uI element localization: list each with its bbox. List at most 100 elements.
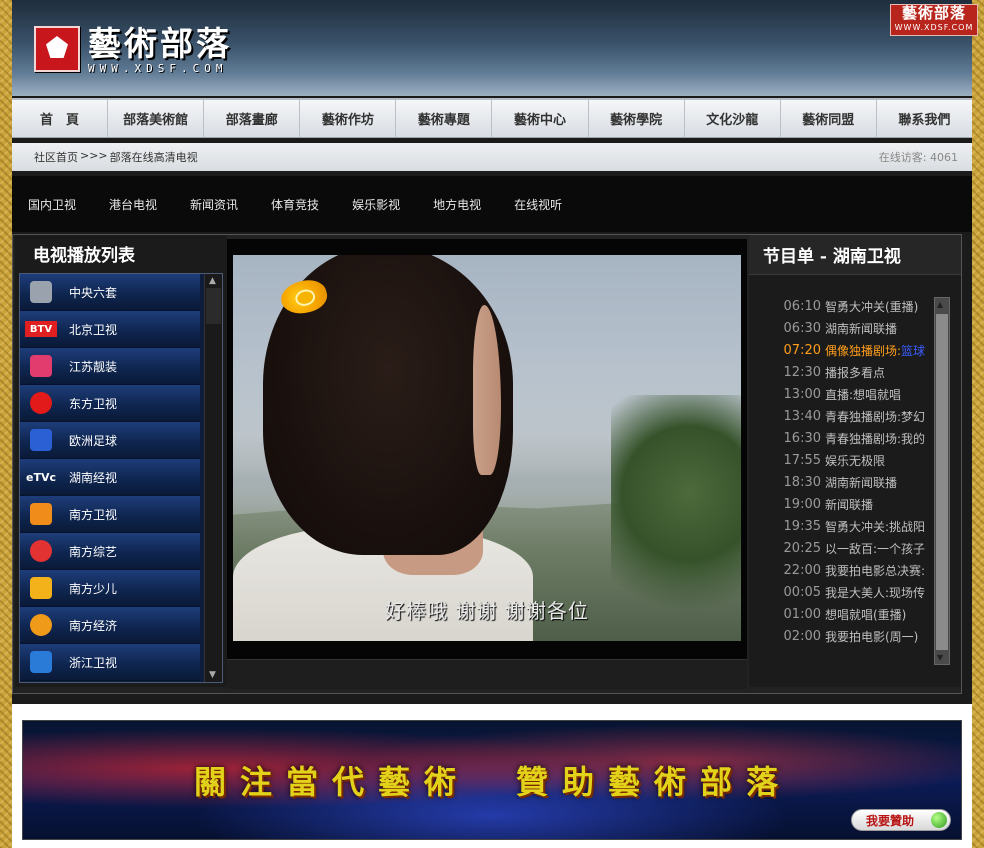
program-item[interactable]: 13:00 直播:想唱就唱 — [749, 383, 935, 405]
video-player[interactable]: 好棒哦 谢谢 谢谢各位 — [233, 255, 741, 641]
program-name: 直播:想唱就唱 — [825, 387, 902, 402]
channel-item[interactable]: 浙江卫视 — [20, 644, 200, 681]
program-guide-panel: 节目单 - 湖南卫视 06:10 智勇大冲关(重播) 06:30 湖南新闻联播 07:2… — [749, 235, 961, 687]
program-time: 01:00 — [783, 606, 821, 622]
program-item[interactable]: 12:30 播报多看点 — [749, 361, 935, 383]
page-frame: 藝術部落 WWW.XDSF.COM 藝術部落 WWW.XDSF.COM 首 頁部… — [12, 0, 978, 848]
program-item[interactable]: 07:20 偶像独播剧场: 篮球 — [749, 339, 935, 361]
channel-item[interactable]: 欧洲足球 — [20, 422, 200, 459]
site-header: 藝術部落 WWW.XDSF.COM 藝術部落 WWW.XDSF.COM — [12, 0, 978, 96]
scrollbar-thumb[interactable] — [936, 314, 948, 650]
channel-item[interactable]: 南方经济 — [20, 607, 200, 644]
category-tab-3[interactable]: 体育竞技 — [271, 196, 319, 213]
nav-item-4[interactable]: 藝術專題 — [396, 100, 493, 137]
program-item[interactable]: 22:00 我要拍电影总决赛: — [749, 559, 935, 581]
program-item[interactable]: 01:00 想唱就唱(重播) — [749, 603, 935, 625]
video-control-bar[interactable] — [227, 659, 747, 689]
program-item[interactable]: 06:30 湖南新闻联播 — [749, 317, 935, 339]
channel-name: 东方卫视 — [69, 396, 118, 411]
online-count: 4061 — [930, 151, 958, 164]
program-item[interactable]: 02:00 我要拍电影(周一) — [749, 625, 935, 647]
video-area: 好棒哦 谢谢 谢谢各位 — [227, 239, 747, 689]
nav-item-0[interactable]: 首 頁 — [12, 100, 109, 137]
sponsor-button[interactable]: 我要贊助 — [851, 809, 951, 831]
nav-item-8[interactable]: 藝術同盟 — [781, 100, 877, 137]
program-item[interactable]: 00:05 我是大美人:现场传 — [749, 581, 935, 603]
program-item[interactable]: 19:00 新闻联播 — [749, 493, 935, 515]
program-item[interactable]: 16:30 青春独播剧场:我的 — [749, 427, 935, 449]
scroll-down-icon[interactable]: ▼ — [937, 653, 943, 662]
nav-item-3[interactable]: 藝術作坊 — [300, 100, 397, 137]
program-time: 13:00 — [783, 386, 821, 402]
banner-section: 關注當代藝術 贊助藝術部落 我要贊助 — [12, 704, 972, 848]
program-time: 12:30 — [783, 364, 821, 380]
category-tab-0[interactable]: 国内卫视 — [28, 196, 76, 213]
program-item[interactable]: 19:35 智勇大冲关:挑战阳 — [749, 515, 935, 537]
program-time: 07:20 — [783, 342, 821, 358]
program-name: 我要拍电影(周一) — [825, 629, 919, 644]
channel-logo-icon — [25, 574, 57, 602]
site-logo[interactable]: 藝術部落 WWW.XDSF.COM — [34, 26, 232, 75]
program-item[interactable]: 18:30 湖南新闻联播 — [749, 471, 935, 493]
channel-logo-icon — [25, 426, 57, 454]
program-name: 青春独播剧场:梦幻 — [825, 409, 926, 424]
program-time: 19:35 — [783, 518, 821, 534]
program-name: 偶像独播剧场: — [825, 343, 902, 358]
program-time: 13:40 — [783, 408, 821, 424]
program-name: 我要拍电影总决赛: — [825, 563, 926, 578]
category-tab-1[interactable]: 港台电视 — [109, 196, 157, 213]
scroll-up-icon[interactable]: ▲ — [209, 276, 216, 286]
program-time: 22:00 — [783, 562, 821, 578]
nav-item-6[interactable]: 藝術學院 — [589, 100, 685, 137]
tv-player-panel: 电视播放列表 中央六套 BTV 北京卫视 江苏靓装东方卫视欧洲足球 eTVc 湖南经视南方… — [12, 234, 962, 694]
program-name: 以一敌百:一个孩子 — [825, 541, 926, 556]
channel-logo-icon: eTVc — [26, 470, 56, 484]
channel-item[interactable]: 中央六套 — [20, 274, 200, 311]
channel-item[interactable]: 南方少儿 — [20, 570, 200, 607]
program-name: 智勇大冲关(重播) — [825, 299, 919, 314]
sponsor-button-label: 我要贊助 — [866, 813, 915, 828]
channel-item[interactable]: 江苏靓装 — [20, 348, 200, 385]
scroll-down-icon[interactable]: ▼ — [209, 670, 216, 680]
channel-logo-icon — [25, 648, 57, 676]
channel-item[interactable]: BTV 北京卫视 — [20, 311, 200, 348]
program-name: 娱乐无极限 — [825, 453, 886, 468]
channel-item[interactable]: 南方卫视 — [20, 496, 200, 533]
program-item[interactable]: 17:55 娱乐无极限 — [749, 449, 935, 471]
breadcrumb-home-link[interactable]: 社区首页 — [34, 149, 78, 165]
channel-logo-icon — [25, 537, 57, 565]
nav-item-1[interactable]: 部落美術館 — [108, 100, 205, 137]
channel-list-scrollbar[interactable]: ▲ ▼ — [204, 274, 222, 682]
channel-logo-icon — [25, 278, 57, 306]
nav-item-9[interactable]: 聯系我們 — [877, 100, 972, 137]
program-item[interactable]: 13:40 青春独播剧场:梦幻 — [749, 405, 935, 427]
channel-name: 湖南经视 — [69, 470, 118, 485]
scroll-up-icon[interactable]: ▲ — [937, 300, 943, 309]
nav-item-7[interactable]: 文化沙龍 — [685, 100, 781, 137]
category-tab-4[interactable]: 娱乐影视 — [352, 196, 400, 213]
sponsor-banner[interactable]: 關注當代藝術 贊助藝術部落 我要贊助 — [22, 720, 962, 840]
category-tab-5[interactable]: 地方电视 — [433, 196, 481, 213]
channel-name: 南方少儿 — [69, 581, 118, 596]
channel-item[interactable]: eTVc 湖南经视 — [20, 459, 200, 496]
program-guide-title: 节目单 - 湖南卫视 — [749, 235, 961, 275]
nav-item-2[interactable]: 部落畫廊 — [204, 100, 301, 137]
channel-list: 中央六套 BTV 北京卫视 江苏靓装东方卫视欧洲足球 eTVc 湖南经视南方卫视 南方综艺南… — [19, 273, 223, 683]
category-tab-6[interactable]: 在线视听 — [514, 196, 562, 213]
channel-list-title: 电视播放列表 — [33, 245, 135, 266]
video-subtitle: 好棒哦 谢谢 谢谢各位 — [385, 599, 589, 623]
banner-slogan: 關注當代藝術 贊助藝術部落 — [193, 763, 792, 801]
channel-item[interactable]: 东方卫视 — [20, 385, 200, 422]
corner-badge-logo[interactable]: 藝術部落 WWW.XDSF.COM — [890, 4, 978, 36]
program-item[interactable]: 06:10 智勇大冲关(重播) — [749, 295, 935, 317]
badge-title: 藝術部落 — [901, 4, 966, 22]
program-name: 我是大美人:现场传 — [825, 585, 926, 600]
scrollbar-thumb[interactable] — [206, 288, 221, 324]
channel-item[interactable]: 南方综艺 — [20, 533, 200, 570]
nav-item-5[interactable]: 藝術中心 — [492, 100, 589, 137]
program-list-scrollbar[interactable]: ▲ ▼ — [934, 297, 950, 665]
breadcrumb: 社区首页 >>> 部落在线高清电视 — [34, 149, 198, 165]
category-tab-2[interactable]: 新闻资讯 — [190, 196, 238, 213]
program-item[interactable]: 20:25 以一敌百:一个孩子 — [749, 537, 935, 559]
program-time: 00:05 — [783, 584, 821, 600]
